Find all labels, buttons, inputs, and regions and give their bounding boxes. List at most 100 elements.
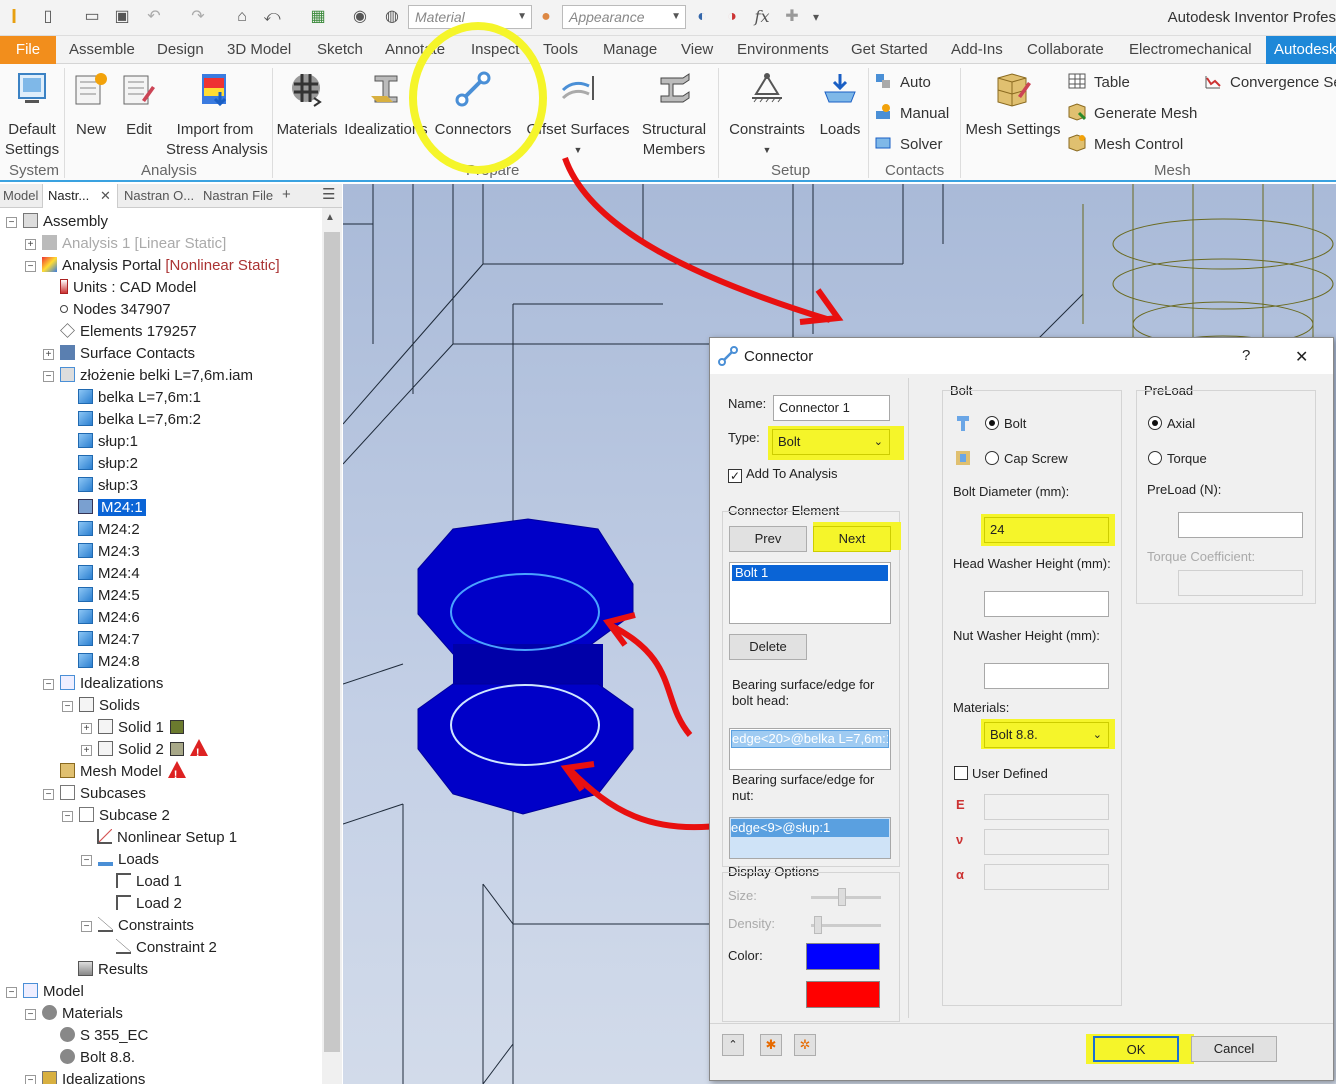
tree-node[interactable]: M24:5 xyxy=(78,585,140,607)
mesh-settings-button[interactable]: Mesh Settings xyxy=(964,70,1062,140)
connector-bolt-model[interactable] xyxy=(417,518,634,815)
tree-node[interactable]: − Analysis Portal [Nonlinear Static] xyxy=(25,255,280,277)
tab-environments[interactable]: Environments xyxy=(737,41,829,58)
expand-icon[interactable]: + xyxy=(81,723,92,734)
tree-node[interactable]: M24:6 xyxy=(78,607,140,629)
open-folder-icon[interactable]: ▭ xyxy=(82,7,102,27)
tree-node[interactable]: Load 1 xyxy=(116,871,182,893)
tree-node[interactable]: − Idealizations xyxy=(25,1069,145,1084)
bearing-nut-item[interactable]: edge<9>@słup:1 xyxy=(731,819,889,837)
save-icon[interactable]: ▣ xyxy=(112,7,132,27)
tree-node[interactable]: M24:2 xyxy=(78,519,140,541)
tree-node[interactable]: Units : CAD Model xyxy=(60,277,196,299)
tab-assemble[interactable]: Assemble xyxy=(69,41,135,58)
next-button[interactable]: Next xyxy=(813,526,891,552)
expand-icon[interactable]: + xyxy=(43,349,54,360)
material-sphere-icon[interactable]: ◍ xyxy=(382,7,402,27)
tab-file[interactable]: File xyxy=(0,36,56,64)
collapse-icon[interactable]: − xyxy=(81,921,92,932)
material-dropdown[interactable]: Material ▼ xyxy=(408,5,532,29)
tree-node[interactable]: M24:3 xyxy=(78,541,140,563)
poisson-field[interactable] xyxy=(984,829,1109,855)
collapse-icon[interactable]: − xyxy=(81,855,92,866)
mesh-control-button[interactable]: Mesh Control xyxy=(1068,134,1183,155)
add-to-analysis-checkbox[interactable]: ✓ Add To Analysis xyxy=(728,466,838,483)
tree-node[interactable]: Nodes 347907 xyxy=(60,299,171,321)
customize-icon[interactable]: ▾ xyxy=(806,7,826,27)
inventor-logo-icon[interactable]: I xyxy=(4,7,24,27)
clear-appearance-icon[interactable]: ◑ xyxy=(722,7,742,27)
tree-node[interactable]: + Analysis 1 [Linear Static] xyxy=(25,233,226,255)
collapse-icon[interactable]: − xyxy=(62,701,73,712)
tree-node[interactable]: Constraint 2 xyxy=(116,937,217,959)
tree-node[interactable]: Bolt 8.8. xyxy=(60,1047,135,1069)
sparkle-icon[interactable]: ✱ xyxy=(760,1034,782,1056)
tree-node[interactable]: belka L=7,6m:2 xyxy=(78,409,201,431)
tree-node[interactable]: Mesh Model xyxy=(60,761,186,786)
new-file-icon[interactable]: ▯ xyxy=(38,7,58,27)
collapse-icon[interactable]: − xyxy=(6,987,17,998)
tree-node[interactable]: słup:2 xyxy=(78,453,138,475)
youngs-modulus-field[interactable] xyxy=(984,794,1109,820)
import-stress-analysis-button[interactable]: Import from Stress Analysis xyxy=(166,70,268,160)
manual-contacts-button[interactable]: Manual xyxy=(874,103,949,124)
connectors-button[interactable]: Connectors xyxy=(432,70,514,140)
ok-button[interactable]: OK xyxy=(1093,1036,1179,1062)
tree-node[interactable]: − Assembly xyxy=(6,211,108,233)
expand-icon[interactable]: + xyxy=(81,745,92,756)
tab-electromechanical[interactable]: Electromechanical xyxy=(1129,41,1252,58)
browser-tab-model[interactable]: Model xyxy=(3,188,38,203)
tab-annotate[interactable]: Annotate xyxy=(385,41,445,58)
menu-icon[interactable]: ☰ xyxy=(322,185,335,203)
collapse-icon[interactable]: − xyxy=(6,217,17,228)
cancel-button[interactable]: Cancel xyxy=(1191,1036,1277,1062)
tab-autodesk-nastran[interactable]: Autodesk xyxy=(1266,36,1336,64)
tree-node[interactable]: + Solid 2 xyxy=(81,739,208,764)
tree-node[interactable]: Results xyxy=(78,959,148,981)
tree-node[interactable]: M24:7 xyxy=(78,629,140,651)
collapse-icon[interactable]: − xyxy=(43,789,54,800)
measure-icon[interactable]: ◉ xyxy=(350,7,370,27)
appearance-dropdown[interactable]: Appearance ▼ xyxy=(562,5,686,29)
tree-node[interactable]: + Surface Contacts xyxy=(43,343,195,365)
browser-tab-nastran-output[interactable]: Nastran O... xyxy=(124,188,194,203)
size-slider-thumb[interactable] xyxy=(838,888,846,906)
edit-analysis-button[interactable]: Edit xyxy=(118,70,160,140)
tree-node[interactable]: − Subcase 2 xyxy=(62,805,170,827)
density-slider-thumb[interactable] xyxy=(814,916,822,934)
color-swatch-primary[interactable] xyxy=(806,943,880,970)
table-button[interactable]: Table xyxy=(1068,72,1130,93)
collapse-icon[interactable]: − xyxy=(62,811,73,822)
redo-icon[interactable]: ↷ xyxy=(188,7,208,27)
tab-sketch[interactable]: Sketch xyxy=(317,41,363,58)
tree-node[interactable]: Load 2 xyxy=(116,893,182,915)
convergence-settings-button[interactable]: Convergence Se xyxy=(1204,72,1336,93)
expand-icon[interactable]: + xyxy=(25,239,36,250)
idealizations-button[interactable]: Idealizations xyxy=(342,70,430,140)
tab-manage[interactable]: Manage xyxy=(603,41,657,58)
tab-add-ins[interactable]: Add-Ins xyxy=(951,41,1003,58)
tree-node[interactable]: słup:1 xyxy=(78,431,138,453)
offset-surfaces-button[interactable]: Offset Surfaces ▼ xyxy=(526,70,630,160)
tree-node[interactable]: słup:3 xyxy=(78,475,138,497)
scroll-up-icon[interactable]: ▲ xyxy=(325,212,335,223)
delete-button[interactable]: Delete xyxy=(729,634,807,660)
adjust-icon[interactable]: ◐ xyxy=(692,7,712,27)
tree-node[interactable]: belka L=7,6m:1 xyxy=(78,387,201,409)
list-item[interactable]: Bolt 1 xyxy=(732,565,888,581)
browser-tab-nastran-file[interactable]: Nastran File xyxy=(203,188,273,203)
help-button[interactable]: ? xyxy=(1242,347,1250,364)
tree-node[interactable]: − Loads xyxy=(81,849,159,871)
tab-design[interactable]: Design xyxy=(157,41,204,58)
tree-node[interactable]: + Solid 1 xyxy=(81,717,184,739)
return-icon[interactable]: ⤺ xyxy=(262,7,282,27)
tree-node[interactable]: S 355_EC xyxy=(60,1025,148,1047)
tree-node[interactable]: − Subcases xyxy=(43,783,146,805)
add-tab-icon[interactable]: + xyxy=(282,186,291,203)
axial-radio[interactable]: Axial xyxy=(1148,416,1195,431)
home-icon[interactable]: ⌂ xyxy=(232,7,252,27)
collapse-icon[interactable]: − xyxy=(43,371,54,382)
tab-get-started[interactable]: Get Started xyxy=(851,41,928,58)
color-swatch-secondary[interactable] xyxy=(806,981,880,1008)
bearing-head-list[interactable]: edge<20>@belka L=7,6m:1 xyxy=(729,728,891,770)
